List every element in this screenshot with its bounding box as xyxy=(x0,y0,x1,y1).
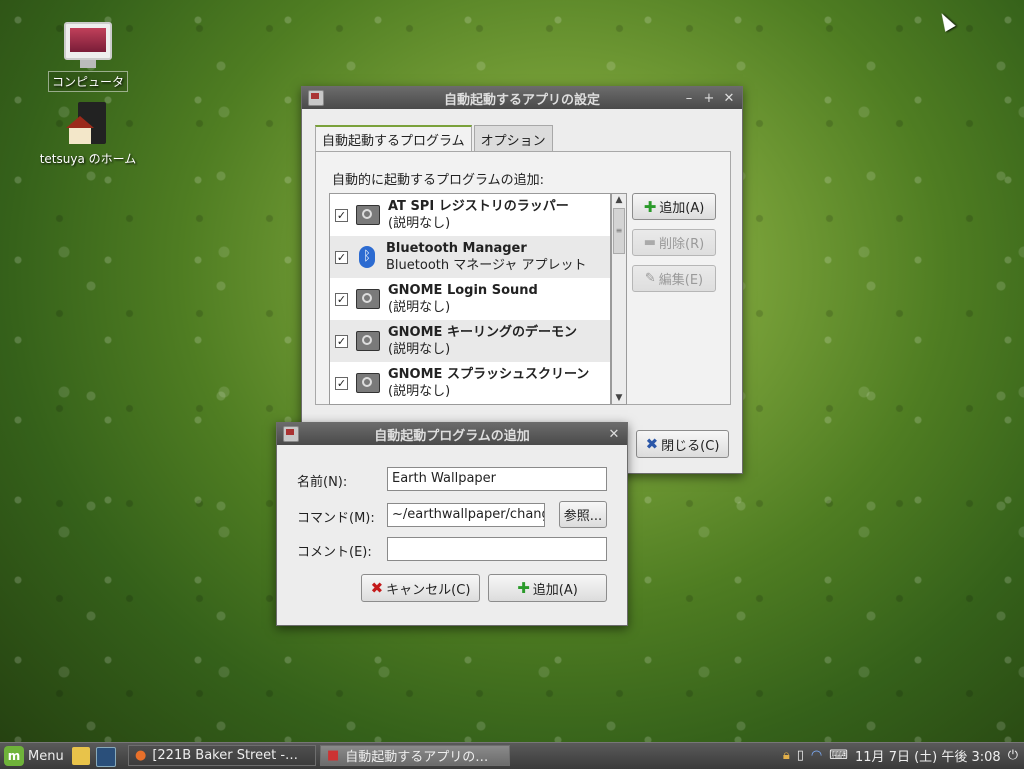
desktop-icon-home[interactable]: tetsuya のホーム xyxy=(33,102,143,168)
command-label: コマンド(M): xyxy=(297,511,375,526)
list-item[interactable]: ✓ GNOME Login Sound (説明なし) xyxy=(330,278,610,320)
name-field[interactable]: Earth Wallpaper xyxy=(387,467,607,491)
bluetooth-icon: ᛒ xyxy=(359,246,375,268)
taskbar-item-browser[interactable]: ● [221B Baker Street -… xyxy=(128,745,316,766)
name-label: 名前(N): xyxy=(297,475,348,490)
file-manager-icon[interactable] xyxy=(72,747,90,765)
enabled-checkbox[interactable]: ✓ xyxy=(335,334,348,348)
cancel-x-icon: ✖ xyxy=(370,579,384,597)
window-app-icon xyxy=(308,90,324,106)
program-name: GNOME Login Sound xyxy=(388,283,538,298)
app-gear-icon xyxy=(356,331,380,351)
program-desc: (説明なし) xyxy=(388,342,451,357)
mint-logo-icon: m xyxy=(4,746,24,766)
edit-icon: ✎ xyxy=(644,271,656,286)
enabled-checkbox[interactable]: ✓ xyxy=(335,250,348,264)
clock[interactable]: 11月 7日 (土) 午後 3:08 xyxy=(855,746,1001,765)
scroll-down-icon[interactable]: ▼ xyxy=(612,392,626,404)
browse-button[interactable]: 参照... xyxy=(559,501,607,528)
menu-button[interactable]: m Menu xyxy=(4,746,64,766)
computer-icon xyxy=(64,22,112,60)
network-icon[interactable]: ◠ xyxy=(811,748,822,763)
terminal-icon[interactable] xyxy=(96,747,116,767)
close-window-button[interactable]: ✕ xyxy=(722,91,736,106)
program-desc: (説明なし) xyxy=(388,216,451,231)
startup-app-icon: ■ xyxy=(327,748,340,763)
tab-bar: 自動起動するプログラム オプション xyxy=(315,125,555,153)
dialog-titlebar[interactable]: 自動起動プログラムの追加 ✕ xyxy=(277,423,627,445)
taskbar-item-startup-apps[interactable]: ■ 自動起動するアプリの… xyxy=(320,745,510,766)
program-name: Bluetooth Manager xyxy=(386,241,527,256)
mouse-cursor-icon xyxy=(936,10,956,32)
desktop-icon-computer[interactable]: コンピュータ xyxy=(33,22,143,92)
cancel-button[interactable]: ✖ キャンセル(C) xyxy=(361,574,480,602)
list-item[interactable]: ✓ AT SPI レジストリのラッパー (説明なし) xyxy=(330,194,610,236)
firefox-icon: ● xyxy=(135,748,147,763)
remove-program-button[interactable]: ▬ 削除(R) xyxy=(632,229,716,256)
add-program-button[interactable]: ✚ 追加(A) xyxy=(632,193,716,220)
startup-apps-window: 自動起動するアプリの設定 – + ✕ 自動起動するプログラム オプション 自動的… xyxy=(301,86,743,474)
program-desc: (説明なし) xyxy=(388,300,451,315)
scroll-up-icon[interactable]: ▲ xyxy=(612,194,626,206)
list-item[interactable]: ✓ GNOME キーリングのデーモン (説明なし) xyxy=(330,320,610,362)
app-gear-icon xyxy=(356,289,380,309)
edit-program-button[interactable]: ✎ 編集(E) xyxy=(632,265,716,292)
app-gear-icon xyxy=(356,373,380,393)
comment-label: コメント(E): xyxy=(297,545,372,560)
clipboard-icon[interactable]: ▯ xyxy=(797,748,804,763)
program-name: AT SPI レジストリのラッパー xyxy=(388,199,569,214)
close-dialog-button[interactable]: ✕ xyxy=(607,427,621,442)
system-tray: 🔒︎ ▯ ◠ ⌨ 11月 7日 (土) 午後 3:08 ⏻ xyxy=(783,746,1024,765)
home-folder-icon xyxy=(66,102,110,146)
program-desc: Bluetooth マネージャ アプレット xyxy=(386,258,587,273)
dialog-app-icon xyxy=(283,426,299,442)
bottom-panel: m Menu ● [221B Baker Street -… ■ 自動起動するア… xyxy=(0,742,1024,769)
program-desc: (説明なし) xyxy=(388,384,451,399)
maximize-button[interactable]: + xyxy=(702,91,716,106)
add-button[interactable]: ✚ 追加(A) xyxy=(488,574,607,602)
add-program-dialog: 自動起動プログラムの追加 ✕ 名前(N): Earth Wallpaper コマ… xyxy=(276,422,628,626)
desktop-icon-label: tetsuya のホーム xyxy=(39,152,137,166)
enabled-checkbox[interactable]: ✓ xyxy=(335,376,348,390)
list-item[interactable]: ✓ ᛒ Bluetooth Manager Bluetooth マネージャ アプレ… xyxy=(330,236,610,278)
comment-field[interactable] xyxy=(387,537,607,561)
tab-options[interactable]: オプション xyxy=(473,125,553,153)
dialog-title: 自動起動プログラムの追加 xyxy=(374,428,530,444)
keyboard-icon[interactable]: ⌨ xyxy=(829,748,848,763)
window-title: 自動起動するアプリの設定 xyxy=(443,92,600,108)
plus-icon: ✚ xyxy=(517,579,530,597)
plus-icon: ✚ xyxy=(643,197,657,216)
program-name: GNOME キーリングのデーモン xyxy=(388,325,577,340)
app-gear-icon xyxy=(356,205,380,225)
minus-icon: ▬ xyxy=(643,235,657,250)
tab-startup-programs[interactable]: 自動起動するプログラム xyxy=(315,125,472,153)
close-button[interactable]: ✖ 閉じる(C) xyxy=(636,430,729,458)
lock-icon[interactable]: 🔒︎ xyxy=(783,748,790,763)
enabled-checkbox[interactable]: ✓ xyxy=(335,208,348,222)
minimize-button[interactable]: – xyxy=(682,91,696,106)
enabled-checkbox[interactable]: ✓ xyxy=(335,292,348,306)
program-list: ✓ AT SPI レジストリのラッパー (説明なし) ✓ ᛒ Bluetooth … xyxy=(329,193,611,405)
scroll-thumb[interactable]: ≡ xyxy=(613,208,625,254)
close-x-icon: ✖ xyxy=(645,435,659,453)
desktop-icon-label: コンピュータ xyxy=(47,71,128,92)
program-name: GNOME スプラッシュスクリーン xyxy=(388,367,590,382)
list-scrollbar[interactable]: ▲ ≡ ▼ xyxy=(611,193,627,405)
list-item[interactable]: ✓ GNOME スプラッシュスクリーン (説明なし) xyxy=(330,362,610,404)
window-titlebar[interactable]: 自動起動するアプリの設定 – + ✕ xyxy=(302,87,742,109)
command-field[interactable]: ~/earthwallpaper/chang xyxy=(387,503,545,527)
power-icon[interactable]: ⏻ xyxy=(1008,748,1018,763)
section-label: 自動的に起動するプログラムの追加: xyxy=(332,173,544,188)
